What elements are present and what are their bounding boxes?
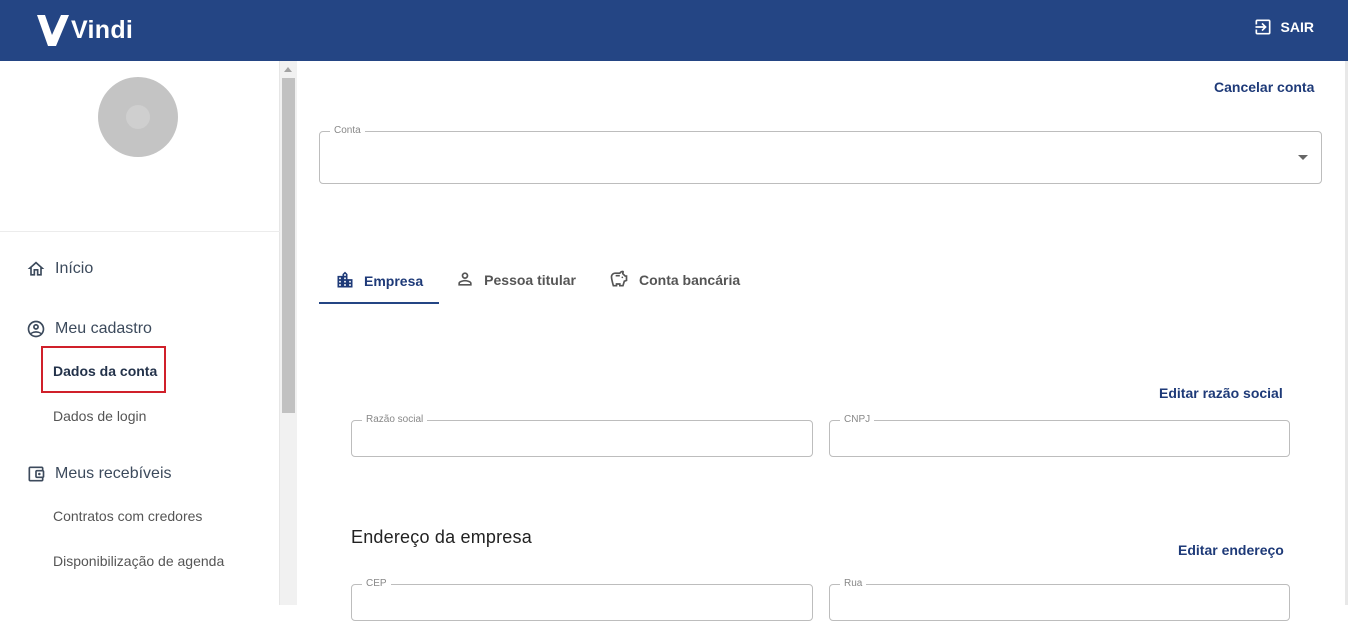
edit-address-link[interactable]: Editar endereço <box>1178 542 1284 558</box>
logout-label: SAIR <box>1280 19 1314 35</box>
street-field[interactable]: Rua <box>829 577 1290 621</box>
logout-icon <box>1255 19 1271 35</box>
tab-pessoa-titular[interactable]: Pessoa titular <box>439 257 592 301</box>
sidebar-subitem-contratos[interactable]: Contratos com credores <box>53 508 202 524</box>
tab-empresa[interactable]: Empresa <box>319 257 440 304</box>
building-icon <box>337 271 353 287</box>
sidebar-subitem-disponibilizacao[interactable]: Disponibilização de agenda <box>53 553 224 569</box>
sidebar: Início Meu cadastro Dados da conta Dados… <box>0 61 280 605</box>
sidebar-item-label: Meu cadastro <box>55 320 152 337</box>
sidebar-item-inicio[interactable]: Início <box>26 259 93 279</box>
company-name-field[interactable]: Razão social <box>351 413 813 457</box>
logo-text: Vindi <box>71 15 134 44</box>
home-icon <box>27 261 45 276</box>
street-label: Rua <box>840 577 867 591</box>
vindi-v-icon <box>37 15 69 46</box>
vindi-logo[interactable]: Vindi <box>36 12 133 48</box>
sidebar-scrollbar[interactable] <box>280 61 297 605</box>
sidebar-divider <box>0 231 280 232</box>
cep-field[interactable]: CEP <box>351 577 813 621</box>
edit-company-name-link[interactable]: Editar razão social <box>1159 385 1283 401</box>
sidebar-subitem-dados-de-login[interactable]: Dados de login <box>53 408 146 424</box>
logout-button[interactable]: SAIR <box>1253 17 1314 37</box>
piggy-bank-icon <box>610 270 628 287</box>
top-bar: Vindi SAIR <box>0 0 1348 61</box>
scroll-up-icon[interactable] <box>284 67 292 72</box>
scroll-thumb[interactable] <box>282 78 295 413</box>
cancel-account-link[interactable]: Cancelar conta <box>1214 79 1314 95</box>
sidebar-item-label: Meus recebíveis <box>55 465 172 482</box>
cnpj-label: CNPJ <box>840 413 875 427</box>
wallet-icon <box>28 466 45 482</box>
sidebar-item-meu-cadastro[interactable]: Meu cadastro <box>26 319 152 339</box>
cep-label: CEP <box>362 577 391 591</box>
main-content: Cancelar conta Conta Empresa Pessoa titu… <box>297 61 1348 621</box>
tab-label: Empresa <box>364 272 424 289</box>
tab-bar: Empresa Pessoa titular Conta bancária <box>319 257 756 304</box>
account-select[interactable]: Conta <box>319 124 1322 184</box>
tab-label: Pessoa titular <box>484 272 576 288</box>
chevron-down-icon <box>1298 155 1308 160</box>
sidebar-item-label: Início <box>55 260 94 277</box>
address-section-title: Endereço da empresa <box>351 527 532 547</box>
tab-label: Conta bancária <box>638 272 741 288</box>
tab-conta-bancaria[interactable]: Conta bancária <box>592 257 756 301</box>
account-circle-icon <box>27 320 45 338</box>
person-icon <box>458 272 472 286</box>
avatar <box>98 77 178 157</box>
sidebar-subitem-dados-da-conta[interactable]: Dados da conta <box>53 363 157 379</box>
avatar-placeholder <box>126 105 150 129</box>
sidebar-item-meus-recebiveis[interactable]: Meus recebíveis <box>26 464 172 484</box>
account-select-label: Conta <box>330 124 365 138</box>
cnpj-field[interactable]: CNPJ <box>829 413 1290 457</box>
company-name-label: Razão social <box>362 413 428 427</box>
